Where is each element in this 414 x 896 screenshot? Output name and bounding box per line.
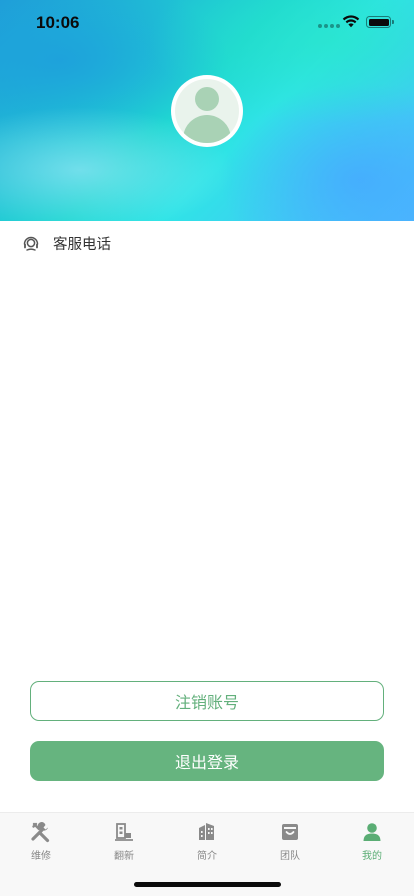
tab-mine[interactable]: 我的 [331, 821, 413, 865]
logout-button[interactable]: 退出登录 [30, 741, 384, 781]
person-icon [363, 823, 381, 841]
team-box-icon [282, 824, 298, 840]
building-icon [199, 823, 214, 840]
status-bar: 10:06 [0, 0, 414, 44]
renovate-icon [115, 823, 133, 841]
tab-team-label: 团队 [280, 851, 300, 862]
home-indicator [134, 882, 281, 887]
headset-icon [23, 236, 39, 251]
status-time: 10:06 [36, 13, 80, 32]
tab-renovate-label: 翻新 [114, 851, 134, 862]
cellular-signal-icon [318, 24, 340, 28]
cancel-account-label: 注销账号 [174, 693, 239, 712]
tab-intro[interactable]: 简介 [166, 821, 248, 865]
user-avatar-icon [175, 79, 239, 143]
wifi-icon [342, 15, 360, 28]
tab-intro-label: 简介 [197, 851, 217, 862]
profile-header: 10:06 [0, 0, 414, 221]
tab-renovate[interactable]: 翻新 [83, 821, 165, 865]
user-avatar[interactable] [171, 75, 243, 147]
tab-repair-label: 维修 [31, 851, 51, 862]
battery-icon [366, 16, 394, 28]
tab-repair[interactable]: 维修 [0, 821, 82, 865]
customer-service-label: 客服电话 [53, 237, 111, 253]
tab-team[interactable]: 团队 [249, 821, 331, 865]
customer-service-row[interactable]: 客服电话 [0, 221, 414, 265]
cancel-account-button[interactable]: 注销账号 [30, 681, 384, 721]
tools-icon [31, 822, 50, 843]
tab-mine-label: 我的 [362, 851, 382, 862]
logout-label: 退出登录 [174, 753, 239, 772]
